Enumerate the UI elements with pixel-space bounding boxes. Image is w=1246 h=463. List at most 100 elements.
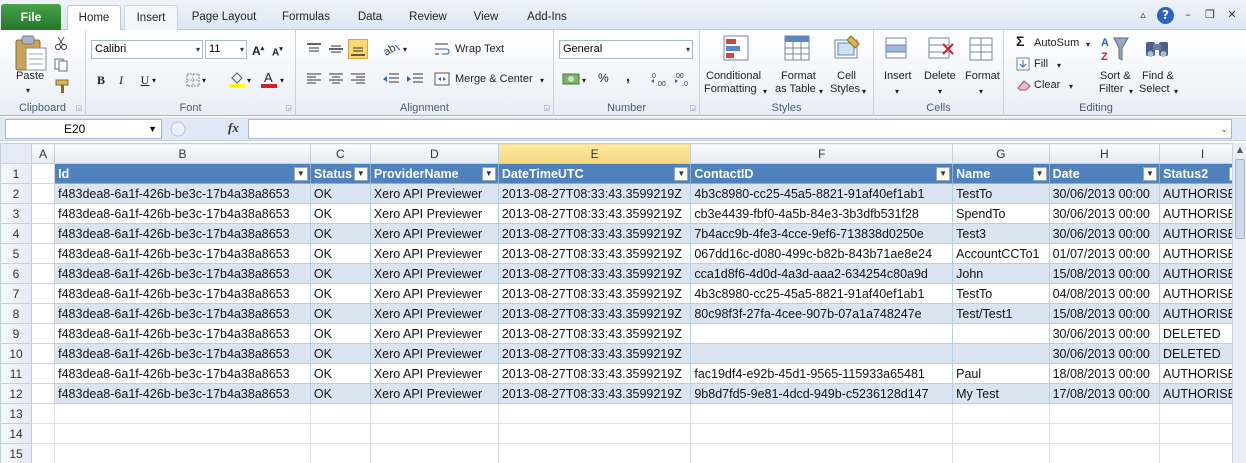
cell[interactable]	[497, 443, 692, 463]
filter-dropdown-icon[interactable]: ▼	[293, 167, 308, 181]
fill-icon[interactable]	[1016, 57, 1030, 71]
table-cell[interactable]: 30/06/2013 00:00	[1048, 183, 1161, 204]
cell[interactable]	[690, 423, 954, 444]
cell[interactable]	[30, 263, 56, 284]
table-cell[interactable]: 30/06/2013 00:00	[1048, 223, 1161, 244]
table-cell[interactable]: 17/08/2013 00:00	[1048, 383, 1161, 404]
underline-dropdown-icon[interactable]: ▾	[152, 74, 156, 87]
delete-dropdown-icon[interactable]: ▾	[938, 85, 942, 98]
autosum-button[interactable]: AutoSum	[1034, 37, 1079, 50]
row-header[interactable]: 13	[0, 403, 32, 424]
cell[interactable]	[30, 363, 56, 384]
cell[interactable]	[1048, 443, 1161, 463]
table-cell[interactable]: f483dea8-6a1f-426b-be3c-17b4a38a8653	[54, 303, 311, 324]
row-header[interactable]: 6	[0, 263, 32, 284]
sort-dropdown-icon[interactable]: ▾	[1129, 85, 1133, 98]
cell[interactable]	[54, 423, 311, 444]
percent-style-button[interactable]: %	[598, 72, 609, 85]
number-launcher-icon[interactable]: ◲	[689, 104, 696, 112]
expand-formula-bar-icon[interactable]: ⌄	[1220, 125, 1228, 135]
cell-styles-button[interactable]: Cell	[837, 70, 856, 83]
paste-icon[interactable]	[14, 34, 48, 72]
decrease-indent-icon[interactable]	[382, 72, 400, 86]
merge-center-button[interactable]: Merge & Center	[455, 73, 533, 86]
table-cell[interactable]: 2013-08-27T08:33:43.3599219Z	[497, 363, 692, 384]
help-icon[interactable]: ?	[1157, 6, 1174, 24]
table-cell[interactable]: 2013-08-27T08:33:43.3599219Z	[497, 323, 692, 344]
cell[interactable]	[309, 423, 371, 444]
cell[interactable]	[54, 403, 311, 424]
cell[interactable]	[30, 163, 56, 184]
tab-add-ins[interactable]: Add-Ins	[517, 5, 577, 30]
table-header-cell[interactable]: Date ▼	[1048, 163, 1161, 184]
format-cells-button[interactable]: Format	[965, 70, 1000, 83]
format-painter-icon[interactable]	[54, 78, 72, 94]
table-cell[interactable]: 067dd16c-d080-499c-b82b-843b71ae8e24	[690, 243, 954, 264]
table-cell[interactable]: 15/08/2013 00:00	[1048, 263, 1161, 284]
table-header-cell[interactable]: Status ▼	[309, 163, 371, 184]
alignment-launcher-icon[interactable]: ◲	[543, 104, 550, 112]
table-cell[interactable]: f483dea8-6a1f-426b-be3c-17b4a38a8653	[54, 283, 311, 304]
filter-dropdown-icon[interactable]: ▼	[353, 167, 368, 181]
table-cell[interactable]: OK	[309, 303, 371, 324]
table-cell[interactable]: Xero API Previewer	[369, 243, 499, 264]
bottom-align-icon[interactable]	[348, 39, 368, 59]
merge-dropdown-icon[interactable]: ▾	[540, 74, 544, 87]
table-cell[interactable]: 2013-08-27T08:33:43.3599219Z	[497, 343, 692, 364]
table-cell[interactable]: f483dea8-6a1f-426b-be3c-17b4a38a8653	[54, 183, 311, 204]
minimize-window-icon[interactable]: –	[1180, 7, 1196, 23]
table-cell[interactable]: Test/Test1	[952, 303, 1050, 324]
autosum-icon[interactable]: Σ	[1016, 34, 1024, 48]
table-cell[interactable]: 2013-08-27T08:33:43.3599219Z	[497, 223, 692, 244]
cell[interactable]	[30, 223, 56, 244]
cell[interactable]	[30, 323, 56, 344]
align-left-icon[interactable]	[306, 72, 322, 86]
cell[interactable]	[309, 443, 371, 463]
cell[interactable]	[30, 243, 56, 264]
row-header[interactable]: 5	[0, 243, 32, 264]
fill-dropdown-icon[interactable]: ▾	[1057, 59, 1061, 72]
tab-review[interactable]: Review	[400, 5, 456, 30]
cell[interactable]	[369, 423, 499, 444]
cell[interactable]	[952, 443, 1050, 463]
font-color-dropdown-icon[interactable]: ▾	[280, 74, 284, 87]
increase-indent-icon[interactable]	[406, 72, 424, 86]
row-header[interactable]: 1	[0, 163, 32, 184]
cell[interactable]	[30, 383, 56, 404]
table-header-cell[interactable]: ProviderName ▼	[369, 163, 499, 184]
sort-filter-icon[interactable]: AZ	[1100, 34, 1130, 66]
clear-dropdown-icon[interactable]: ▾	[1069, 80, 1073, 93]
column-header-b[interactable]: B	[54, 143, 311, 164]
conditional-formatting-button[interactable]: Conditional	[706, 70, 761, 83]
table-cell[interactable]: OK	[309, 323, 371, 344]
table-cell[interactable]: Xero API Previewer	[369, 203, 499, 224]
cell-styles-dropdown-icon[interactable]: ▾	[862, 85, 866, 98]
cell[interactable]	[30, 403, 56, 424]
format-cells-icon[interactable]	[968, 34, 996, 64]
table-cell[interactable]: f483dea8-6a1f-426b-be3c-17b4a38a8653	[54, 383, 311, 404]
cell[interactable]	[690, 403, 954, 424]
table-cell[interactable]: SpendTo	[952, 203, 1050, 224]
table-cell[interactable]: 01/07/2013 00:00	[1048, 243, 1161, 264]
cell[interactable]	[369, 403, 499, 424]
table-cell[interactable]: 4b3c8980-cc25-45a5-8821-91af40ef1ab1	[690, 183, 954, 204]
borders-icon[interactable]	[186, 73, 200, 87]
column-header-c[interactable]: C	[309, 143, 371, 164]
autosum-dropdown-icon[interactable]: ▾	[1086, 38, 1090, 51]
fill-button[interactable]: Fill	[1034, 58, 1048, 71]
table-cell[interactable]: fac19df4-e92b-45d1-9565-115933a65481	[690, 363, 954, 384]
wrap-text-button[interactable]: Wrap Text	[455, 43, 504, 56]
table-cell[interactable]: Xero API Previewer	[369, 263, 499, 284]
cell[interactable]	[30, 303, 56, 324]
table-cell[interactable]: cca1d8f6-4d0d-4a3d-aaa2-634254c80a9d	[690, 263, 954, 284]
row-header[interactable]: 3	[0, 203, 32, 224]
italic-button[interactable]: I	[114, 72, 128, 88]
row-header[interactable]: 11	[0, 363, 32, 384]
orientation-icon[interactable]: ab	[382, 41, 402, 57]
tab-home[interactable]: Home	[67, 5, 121, 30]
table-cell[interactable]: 15/08/2013 00:00	[1048, 303, 1161, 324]
table-cell[interactable]: John	[952, 263, 1050, 284]
table-cell[interactable]: OK	[309, 283, 371, 304]
decrease-decimal-icon[interactable]: .00.0	[674, 70, 694, 88]
table-cell[interactable]	[690, 323, 954, 344]
